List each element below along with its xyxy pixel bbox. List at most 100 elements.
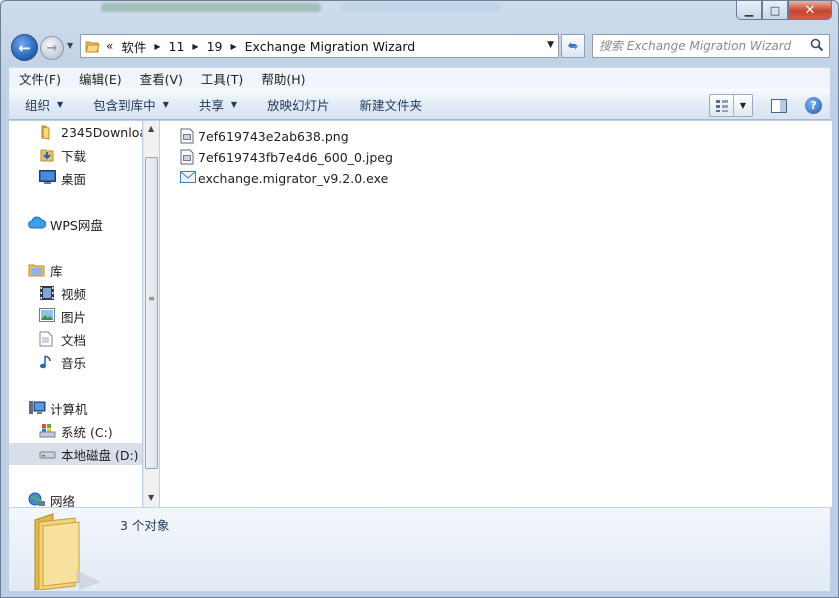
- computer-icon: [28, 400, 46, 416]
- change-view-button[interactable]: ▼: [709, 94, 753, 117]
- nav-item-documents[interactable]: 文档: [9, 328, 142, 350]
- nav-item-videos[interactable]: 视频: [9, 282, 142, 304]
- recent-pages-dropdown[interactable]: ▼: [67, 41, 73, 50]
- organize-button[interactable]: 组织 ▼: [9, 95, 77, 114]
- file-name: 7ef619743fb7e4d6_600_0.jpeg: [198, 149, 393, 165]
- nav-item-label: 系统 (C:): [61, 424, 113, 440]
- slideshow-button[interactable]: 放映幻灯片: [251, 95, 344, 114]
- library-icon: [28, 262, 45, 278]
- preview-pane-icon: [771, 98, 787, 113]
- nav-item-label: 下载: [61, 148, 87, 164]
- breadcrumb-separator-icon[interactable]: ▶: [154, 42, 160, 51]
- menu-bar: 文件(F) 编辑(E) 查看(V) 工具(T) 帮助(H): [9, 67, 830, 89]
- item-count: 3 个对象: [120, 518, 170, 533]
- include-library-label: 包含到库中: [93, 98, 156, 113]
- glass-decoration: [101, 3, 321, 12]
- nav-item-desktop[interactable]: 桌面: [9, 167, 142, 189]
- nav-item-label: 图片: [61, 309, 87, 325]
- menu-file[interactable]: 文件(F): [9, 69, 69, 88]
- preview-pane-button[interactable]: [769, 97, 789, 115]
- search-box[interactable]: [592, 34, 830, 58]
- file-list: 7ef619743e2ab638.png 7ef619743fb7e4d6_60…: [160, 121, 832, 507]
- minimize-button[interactable]: ▁: [736, 1, 762, 20]
- caption-buttons: ▁ □ ✕: [736, 1, 832, 20]
- nav-item-computer[interactable]: 计算机: [9, 397, 142, 419]
- image-file-icon: [180, 128, 195, 144]
- nav-item-label: 音乐: [61, 355, 87, 371]
- navigation-pane: 2345Downloads 下载 桌面 WPS网盘 库 视频 图片 文档: [9, 121, 142, 507]
- video-icon: [39, 285, 56, 301]
- minimize-icon: ▁: [744, 3, 754, 17]
- refresh-button[interactable]: [561, 34, 585, 58]
- help-button[interactable]: ?: [805, 97, 822, 114]
- nav-item-local-disk-d[interactable]: 本地磁盘 (D:): [9, 443, 142, 465]
- breadcrumb-overflow[interactable]: «: [106, 39, 113, 53]
- file-name: 7ef619743e2ab638.png: [198, 128, 349, 144]
- nav-item-label: 2345Downloads: [61, 124, 142, 140]
- share-button[interactable]: 共享 ▼: [183, 95, 251, 114]
- back-button[interactable]: ←: [11, 34, 38, 61]
- nav-item-label: 网络: [50, 493, 76, 508]
- menu-edit[interactable]: 编辑(E): [69, 69, 130, 88]
- close-button[interactable]: ✕: [788, 1, 832, 20]
- nav-item-wps-cloud[interactable]: WPS网盘: [9, 213, 142, 235]
- breadcrumb-separator-icon[interactable]: ▶: [192, 42, 198, 51]
- nav-item-downloads[interactable]: 下载: [9, 144, 142, 166]
- nav-item-network[interactable]: 网络: [9, 489, 142, 507]
- pictures-icon: [39, 308, 56, 324]
- list-item[interactable]: 7ef619743fb7e4d6_600_0.jpeg: [180, 147, 393, 167]
- maximize-button[interactable]: □: [762, 1, 788, 20]
- maximize-icon: □: [769, 3, 781, 17]
- downloads-icon: [39, 147, 56, 163]
- include-in-library-button[interactable]: 包含到库中 ▼: [77, 95, 183, 114]
- scrollbar-thumb[interactable]: [145, 157, 158, 469]
- navigation-scrollbar[interactable]: ▲ ≡ ▼: [143, 121, 159, 507]
- nav-item-pictures[interactable]: 图片: [9, 305, 142, 327]
- breadcrumb-separator-icon[interactable]: ▶: [230, 42, 236, 51]
- command-bar: 组织 ▼ 包含到库中 ▼ 共享 ▼ 放映幻灯片 新建文件夹 ▼ ?: [9, 89, 830, 120]
- nav-item-label: 本地磁盘 (D:): [61, 447, 139, 463]
- list-item[interactable]: exchange.migrator_v9.2.0.exe: [180, 168, 388, 188]
- nav-item-libraries[interactable]: 库: [9, 259, 142, 281]
- system-drive-icon: [39, 423, 56, 439]
- organize-label: 组织: [25, 98, 51, 113]
- forward-button[interactable]: →: [40, 36, 64, 60]
- chevron-down-icon: ▼: [57, 100, 64, 109]
- nav-item-label: 文档: [61, 332, 87, 348]
- search-icon[interactable]: [810, 38, 824, 55]
- close-icon: ✕: [804, 2, 816, 18]
- view-controls: ▼ ?: [709, 94, 822, 117]
- arrow-right-icon: →: [46, 40, 58, 56]
- scroll-down-icon[interactable]: ▼: [148, 493, 154, 502]
- explorer-window: ▁ □ ✕ ← → ▼ « 软件 ▶ 11 ▶ 19 ▶ Exchange Mi…: [0, 0, 839, 598]
- chevron-down-icon[interactable]: ▼: [734, 101, 752, 110]
- view-icon: [710, 95, 734, 116]
- new-folder-button[interactable]: 新建文件夹: [344, 95, 437, 114]
- drive-icon: [39, 446, 56, 462]
- image-file-icon: [180, 149, 195, 165]
- address-history-dropdown[interactable]: ▼: [547, 40, 554, 50]
- address-bar[interactable]: « 软件 ▶ 11 ▶ 19 ▶ Exchange Migration Wiza…: [80, 34, 559, 58]
- menu-help[interactable]: 帮助(H): [251, 69, 313, 88]
- breadcrumb-item[interactable]: 11: [169, 39, 185, 54]
- nav-item-system-c[interactable]: 系统 (C:): [9, 420, 142, 442]
- exe-file-icon: [180, 170, 196, 186]
- nav-item-music[interactable]: 音乐: [9, 351, 142, 373]
- list-item[interactable]: 7ef619743e2ab638.png: [180, 126, 349, 146]
- breadcrumb-item[interactable]: Exchange Migration Wizard: [245, 39, 416, 54]
- nav-item-2345downloads[interactable]: 2345Downloads: [9, 121, 142, 143]
- breadcrumb-item[interactable]: 19: [207, 39, 223, 54]
- nav-item-label: 视频: [61, 286, 87, 302]
- chevron-down-icon: ▼: [162, 100, 169, 109]
- cloud-icon: [28, 216, 47, 232]
- nav-item-label: 计算机: [50, 401, 88, 417]
- scroll-up-icon[interactable]: ▲: [148, 124, 154, 133]
- breadcrumb-item[interactable]: 软件: [121, 37, 146, 56]
- folder-icon: [84, 38, 100, 54]
- grip-icon: ≡: [148, 294, 155, 303]
- desktop-icon: [39, 170, 56, 186]
- menu-tools[interactable]: 工具(T): [191, 69, 251, 88]
- menu-view[interactable]: 查看(V): [130, 69, 191, 88]
- help-icon: ?: [810, 99, 817, 112]
- search-input[interactable]: [599, 35, 804, 56]
